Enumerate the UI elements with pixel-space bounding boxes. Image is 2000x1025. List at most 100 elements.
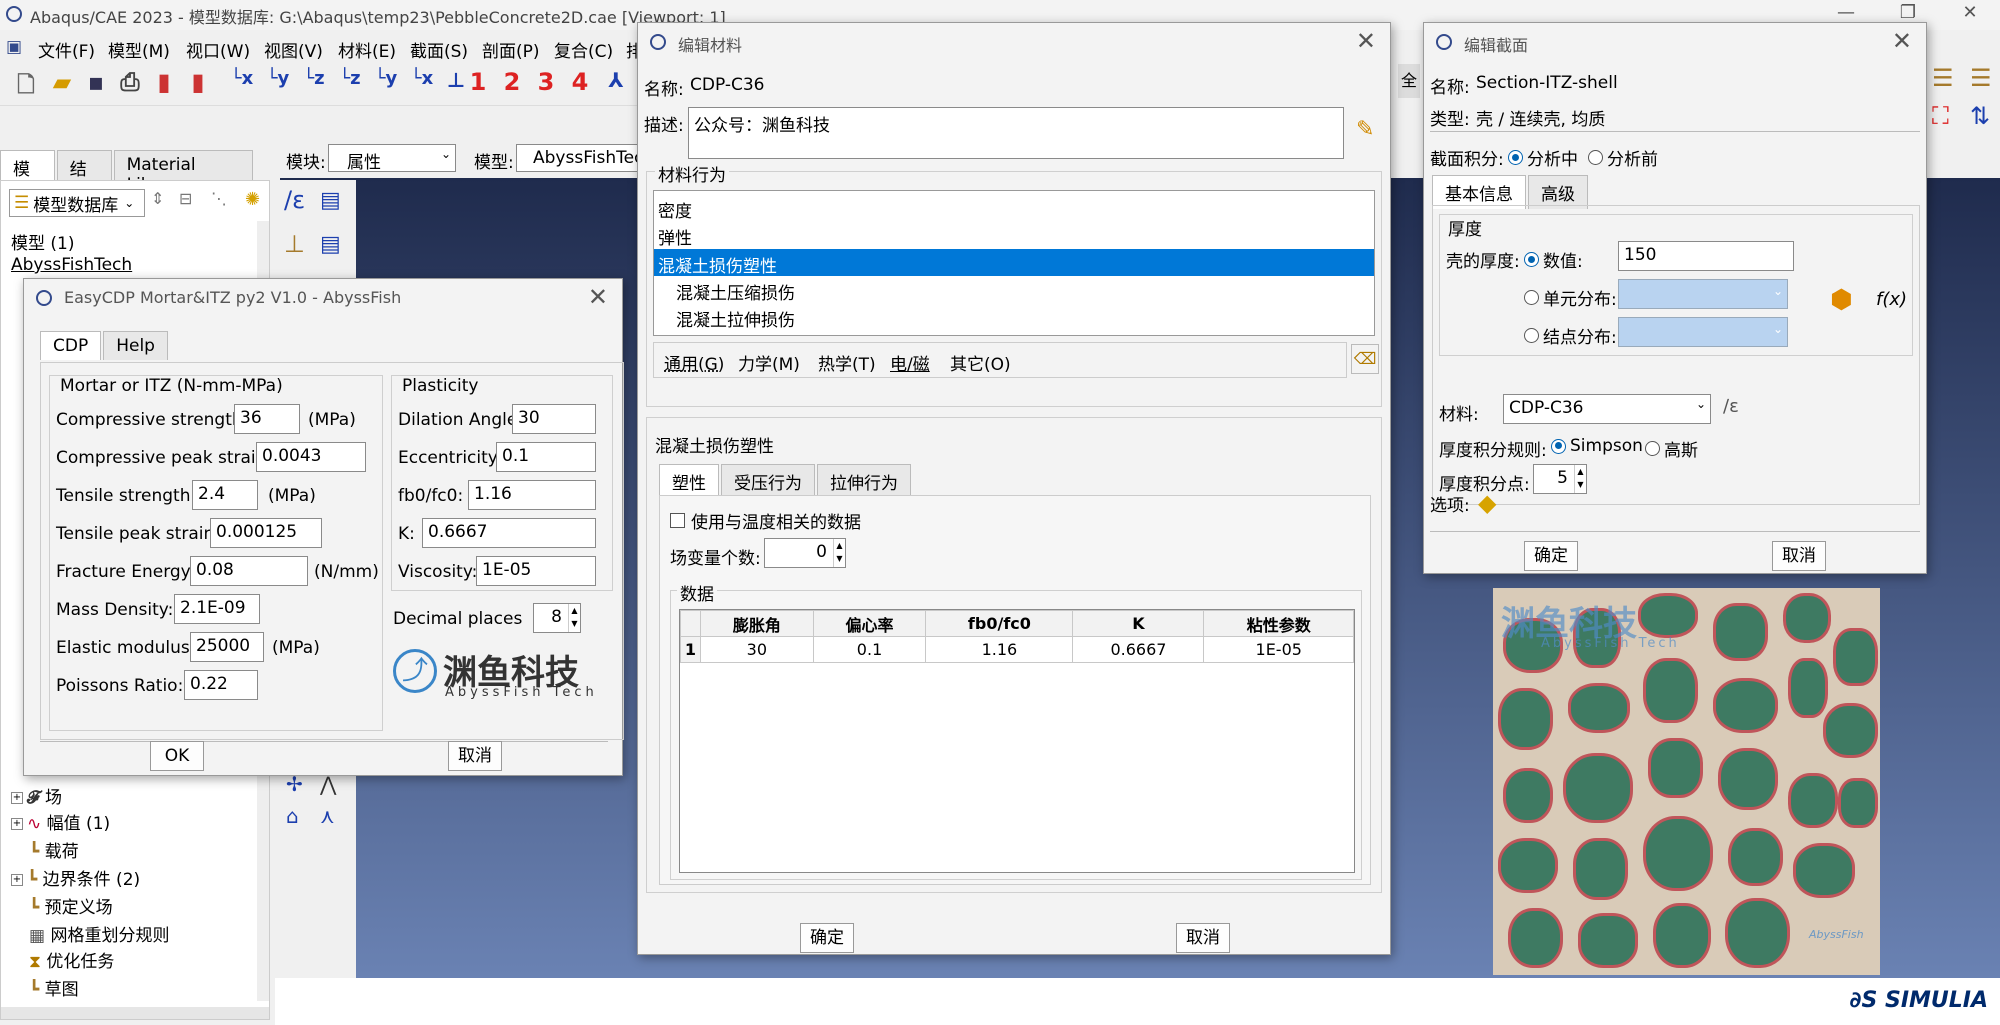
axis-yz-icon[interactable]: └y [370, 68, 402, 100]
tree-item-loads[interactable]: ┗ 载荷 [29, 837, 79, 862]
radio[interactable] [1645, 441, 1660, 456]
node-dist-select[interactable]: ⌄ [1618, 317, 1788, 347]
thickness-value-radio[interactable]: 数值: [1524, 247, 1583, 272]
maximize-icon[interactable]: ❐ [1888, 2, 1928, 23]
tree-root[interactable]: 模型 (1) [11, 229, 74, 254]
menu-electromagnetic[interactable]: 电/磁 [890, 350, 930, 375]
view-3-button[interactable]: 3 [530, 68, 562, 100]
menu-viewport[interactable]: 视口(W) [186, 37, 250, 62]
material-cancel-button[interactable]: 取消 [1176, 923, 1230, 953]
analytical-field-icon[interactable]: ⬢ [1830, 285, 1853, 315]
menu-mechanical[interactable]: 力学(M) [738, 350, 800, 375]
axis-zy-icon[interactable]: └z [298, 68, 330, 100]
tree-db-select[interactable]: ☰ 模型数据库 ⌄ [9, 189, 145, 217]
edit-pencil-icon[interactable]: ✎ [1356, 117, 1374, 142]
table-cell[interactable]: 1.16 [925, 636, 1074, 663]
expand-icon[interactable]: + [11, 874, 23, 886]
tree-filter-icon[interactable]: ⊟ [179, 189, 192, 208]
open-folder-icon[interactable]: ▰ [46, 68, 78, 100]
viscosity-input[interactable]: 1E-05 [476, 556, 596, 586]
close-icon[interactable]: ✕ [1356, 27, 1376, 55]
export-icon[interactable]: ▮ [148, 68, 180, 100]
menu-profile[interactable]: 剖面(P) [482, 37, 540, 62]
tree-hscrollbar[interactable] [1, 1007, 269, 1019]
material-manager-icon[interactable]: ▤ [320, 188, 341, 213]
import-icon[interactable]: ▮ [182, 68, 214, 100]
radio-selected[interactable] [1551, 438, 1566, 454]
tree-item-bcs[interactable]: + ┗ 边界条件 (2) [11, 865, 140, 890]
integration-during-radio[interactable]: 分析中 [1508, 145, 1578, 170]
compressive-strength-input[interactable]: 36 [234, 404, 300, 434]
menu-file[interactable]: 文件(F) [38, 37, 95, 62]
table-cell[interactable]: 30 [700, 636, 814, 663]
fb0fc0-input[interactable]: 1.16 [468, 480, 596, 510]
menu-other[interactable]: 其它(O) [950, 350, 1011, 375]
material-ok-button[interactable]: 确定 [800, 923, 854, 953]
view-2-button[interactable]: 2 [496, 68, 528, 100]
axis-xz-icon[interactable]: └x [406, 68, 438, 100]
mass-density-input[interactable]: 2.1E-09 [174, 594, 260, 624]
print-icon[interactable]: ⎙ [114, 68, 146, 100]
tree-item-predefined[interactable]: ┗ 预定义场 [29, 893, 113, 918]
axis-yx-icon[interactable]: └y [262, 68, 294, 100]
expand-collapse-icon[interactable]: ⇕ [151, 189, 164, 208]
create-material-icon[interactable]: ∕ε [1723, 396, 1739, 417]
menu-thermal[interactable]: 热学(T) [818, 350, 876, 375]
close-icon[interactable]: ✕ [588, 283, 608, 311]
tab-tensile[interactable]: 拉伸行为 [817, 464, 911, 498]
k-input[interactable]: 0.6667 [422, 518, 596, 548]
checkbox-box[interactable] [670, 513, 685, 528]
section-material-select[interactable]: CDP-C36 ⌄ [1503, 394, 1711, 424]
skin-icon[interactable]: ⌂ [286, 804, 299, 828]
stack-icon[interactable]: ☰ [1932, 64, 1954, 92]
tab-advanced[interactable]: 高级 [1528, 175, 1588, 209]
full-view-button[interactable]: 全 [1398, 64, 1420, 98]
dilation-angle-input[interactable]: 30 [512, 404, 596, 434]
cdp-cancel-button[interactable]: 取消 [448, 741, 502, 771]
save-icon[interactable]: ▪ [80, 68, 112, 100]
sort-icon[interactable]: ⇅ [1970, 102, 1990, 130]
expand-icon[interactable]: + [11, 792, 23, 804]
element-dist-radio[interactable]: 单元分布: [1524, 285, 1617, 310]
elastic-modulus-input[interactable]: 25000 [190, 632, 264, 662]
menu-general[interactable]: 通用(G) [664, 350, 724, 375]
close-icon[interactable]: ✕ [1892, 27, 1912, 55]
minimize-icon[interactable]: — [1826, 2, 1866, 23]
spinner-arrows-icon[interactable]: ▲ ▼ [1574, 465, 1586, 493]
compressive-peak-strain-input[interactable]: 0.0043 [256, 442, 366, 472]
tree-highlight-icon[interactable]: ⋱ [211, 189, 227, 208]
menu-view[interactable]: 视图(V) [264, 37, 323, 62]
radio[interactable] [1524, 328, 1539, 343]
new-file-icon[interactable]: 🗋 [10, 68, 42, 100]
view-cycle-icon[interactable]: ⅄ [600, 68, 632, 100]
eccentricity-input[interactable]: 0.1 [496, 442, 596, 472]
tensile-strength-input[interactable]: 2.4 [192, 480, 258, 510]
behavior-item-tension-damage[interactable]: 混凝土拉伸损伤 [676, 306, 795, 331]
simpson-radio[interactable]: Simpson [1551, 436, 1643, 456]
delete-behavior-icon[interactable]: ⌫ [1351, 344, 1379, 374]
radio-selected[interactable] [1524, 252, 1539, 267]
fracture-energy-input[interactable]: 0.08 [190, 556, 308, 586]
element-dist-select[interactable]: ⌄ [1618, 279, 1788, 309]
cdp-ok-button[interactable]: OK [150, 741, 204, 771]
tree-item-amplitudes[interactable]: + ∿ 幅值 (1) [11, 809, 110, 834]
behavior-item-elastic[interactable]: 弹性 [658, 224, 692, 249]
view-4-button[interactable]: 4 [564, 68, 596, 100]
model-select[interactable]: AbyssFishTech [516, 144, 640, 172]
table-cell[interactable]: 1E-05 [1203, 636, 1354, 663]
menu-model[interactable]: 模型(M) [108, 37, 170, 62]
stringer-icon[interactable]: ⋏ [320, 804, 335, 828]
decimal-places-spinner[interactable]: 8 ▲ ▼ [533, 603, 581, 633]
close-icon[interactable]: ✕ [1950, 2, 1990, 23]
field-vars-spinner[interactable]: 0 ▲ ▼ [764, 538, 846, 568]
integration-before-radio[interactable]: 分析前 [1588, 145, 1658, 170]
tab-plasticity[interactable]: 塑性 [659, 464, 719, 498]
expand-icon[interactable]: + [11, 818, 23, 830]
spinner-arrows-icon[interactable]: ▲ ▼ [568, 604, 580, 632]
tensile-peak-strain-input[interactable]: 0.000125 [210, 518, 322, 548]
section-cancel-button[interactable]: 取消 [1772, 541, 1826, 571]
app-menu-icon[interactable]: ▣ [6, 37, 22, 57]
tree-item-sketches[interactable]: ┗ 草图 [29, 975, 79, 1000]
node-dist-radio[interactable]: 结点分布: [1524, 323, 1617, 348]
axis-zx-icon[interactable]: └z [334, 68, 366, 100]
